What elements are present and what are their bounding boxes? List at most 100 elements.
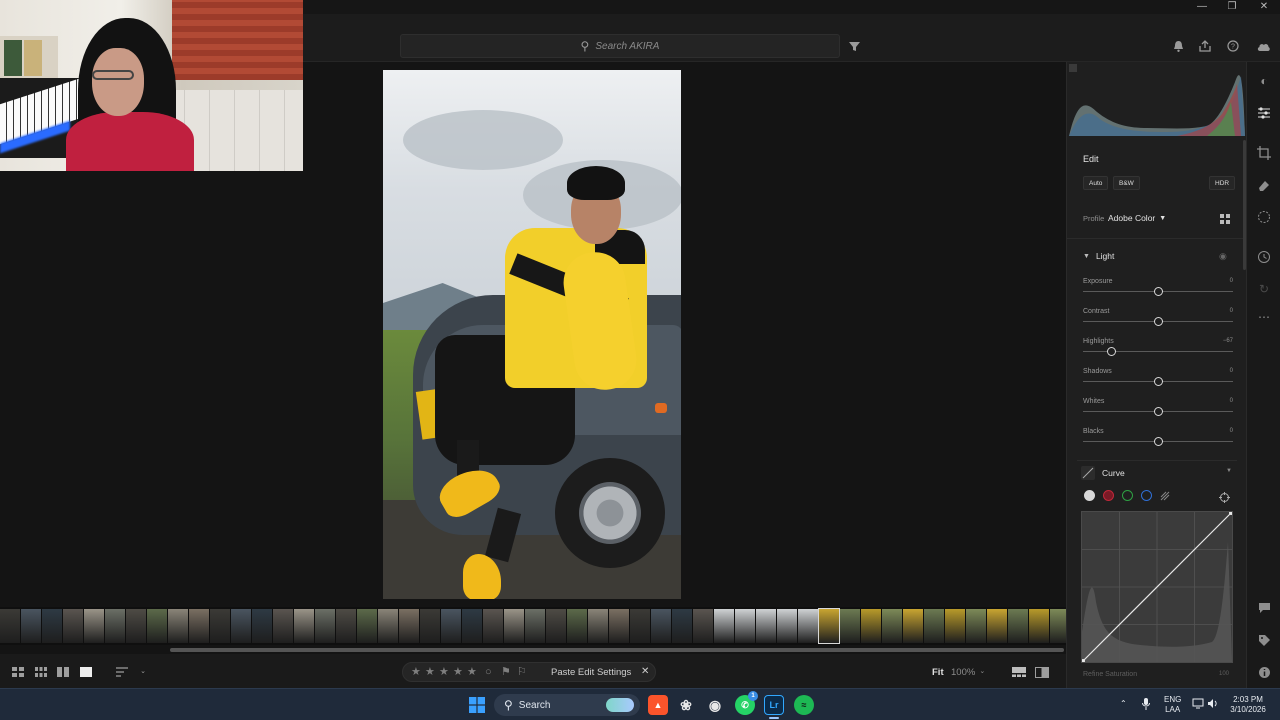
crop-icon[interactable]: [1257, 146, 1271, 160]
filter-icon[interactable]: [846, 38, 862, 54]
windows-start-icon[interactable]: [469, 697, 485, 713]
share-icon[interactable]: [1197, 38, 1213, 54]
taskbar-search[interactable]: ⚲ Search: [494, 694, 640, 716]
fit-zoom-button[interactable]: Fit: [932, 667, 944, 678]
sort-icon[interactable]: [116, 667, 128, 677]
cloud-icon[interactable]: [1255, 38, 1271, 54]
filmstrip-thumbnail[interactable]: [273, 609, 293, 643]
comments-icon[interactable]: [1257, 602, 1271, 616]
language-indicator[interactable]: ENG LAA: [1164, 695, 1181, 715]
slider-highlights[interactable]: Highlights −67: [1083, 338, 1233, 360]
filmstrip-thumbnail[interactable]: [651, 609, 671, 643]
chevron-down-icon[interactable]: ⌄: [137, 667, 149, 677]
chevron-up-icon[interactable]: ⌃: [1120, 699, 1127, 709]
target-adjust-icon[interactable]: [1219, 490, 1230, 503]
slider-shadows[interactable]: Shadows 0: [1083, 368, 1233, 390]
filmstrip-thumbnail[interactable]: [609, 609, 629, 643]
filmstrip-thumbnail[interactable]: [84, 609, 104, 643]
filmstrip-thumbnail[interactable]: [924, 609, 944, 643]
before-after-icon[interactable]: [1035, 667, 1049, 678]
filmstrip-thumbnail[interactable]: [483, 609, 503, 643]
filmstrip-thumbnail[interactable]: [0, 609, 20, 643]
mask-circle-icon[interactable]: [1257, 210, 1271, 224]
bw-button[interactable]: B&W: [1113, 176, 1140, 190]
filmstrip-thumbnail[interactable]: [987, 609, 1007, 643]
filmstrip-thumbnail[interactable]: [63, 609, 83, 643]
filmstrip-thumbnail[interactable]: [336, 609, 356, 643]
detail-view-icon[interactable]: [80, 667, 92, 677]
microphone-icon[interactable]: [1142, 698, 1150, 713]
filmstrip-thumbnail[interactable]: [42, 609, 62, 643]
slider-exposure[interactable]: Exposure 0: [1083, 278, 1233, 300]
curve-channel-blue[interactable]: [1141, 490, 1152, 501]
obs-recording-icon[interactable]: ◉: [705, 695, 725, 715]
healing-eraser-icon[interactable]: [1257, 178, 1271, 192]
hdr-button[interactable]: HDR: [1209, 176, 1236, 190]
chevron-down-icon[interactable]: ▼: [1226, 468, 1232, 474]
square-grid-icon[interactable]: [12, 667, 24, 677]
search-field[interactable]: ⚲ Search AKIRA: [400, 34, 840, 58]
filmstrip-scrollbar[interactable]: [170, 648, 1064, 652]
filmstrip-thumbnail[interactable]: [798, 609, 818, 643]
versions-icon[interactable]: ↻: [1257, 282, 1271, 296]
filmstrip-thumbnail[interactable]: [462, 609, 482, 643]
filmstrip-thumbnail[interactable]: [546, 609, 566, 643]
filmstrip-thumbnail[interactable]: [294, 609, 314, 643]
filmstrip-thumbnail[interactable]: [21, 609, 41, 643]
auto-button[interactable]: Auto: [1083, 176, 1109, 190]
pick-flag-icon[interactable]: ⚑: [501, 666, 511, 678]
filmstrip-thumbnail[interactable]: [882, 609, 902, 643]
star-icon[interactable]: ★: [453, 666, 463, 678]
star-icon[interactable]: ★: [467, 666, 477, 678]
photo-grid-icon[interactable]: [35, 667, 47, 677]
slider-blacks[interactable]: Blacks 0: [1083, 428, 1233, 450]
unflag-icon[interactable]: ○: [485, 666, 492, 678]
filmstrip-thumbnail[interactable]: [818, 608, 840, 644]
profile-browser-icon[interactable]: [1219, 212, 1231, 224]
slider-thumb[interactable]: [1107, 347, 1116, 356]
bell-icon[interactable]: [1170, 38, 1186, 54]
close-window-button[interactable]: ✕: [1248, 0, 1280, 14]
masking-icon[interactable]: ◐: [1257, 74, 1271, 88]
filmstrip-thumbnail[interactable]: [714, 609, 734, 643]
filmstrip-thumbnail[interactable]: [945, 609, 965, 643]
eye-icon[interactable]: ◉: [1219, 251, 1227, 262]
filmstrip-thumbnail[interactable]: [735, 609, 755, 643]
filmstrip-thumbnail[interactable]: [1008, 609, 1028, 643]
filmstrip-thumbnail[interactable]: [525, 609, 545, 643]
chatgpt-icon[interactable]: ❀: [676, 695, 696, 715]
filmstrip-thumbnail[interactable]: [252, 609, 272, 643]
filmstrip-thumbnail[interactable]: [504, 609, 524, 643]
filmstrip-thumbnail[interactable]: [357, 609, 377, 643]
filmstrip-thumbnail[interactable]: [168, 609, 188, 643]
slider-track[interactable]: [1083, 351, 1233, 352]
curve-channel-green[interactable]: [1122, 490, 1133, 501]
filmstrip-thumbnail[interactable]: [231, 609, 251, 643]
filmstrip-thumbnail[interactable]: [840, 609, 860, 643]
slider-thumb[interactable]: [1153, 437, 1163, 446]
filmstrip-thumbnail[interactable]: [189, 609, 209, 643]
filmstrip-thumbnail[interactable]: [315, 609, 335, 643]
slider-contrast[interactable]: Contrast 0: [1083, 308, 1233, 330]
paste-edit-settings-button[interactable]: Paste Edit Settings: [551, 667, 631, 678]
filmstrip-thumbnail[interactable]: [105, 609, 125, 643]
main-photo[interactable]: [383, 70, 681, 599]
lightroom-taskbar-icon[interactable]: Lr: [764, 695, 784, 715]
zoom-level-dropdown[interactable]: 100% ⌄: [951, 667, 985, 678]
tag-icon[interactable]: [1257, 634, 1271, 648]
filmstrip-thumbnail[interactable]: [1050, 609, 1066, 643]
slider-thumb[interactable]: [1153, 407, 1163, 416]
brave-browser-icon[interactable]: ▲: [648, 695, 668, 715]
minimize-button[interactable]: —: [1186, 0, 1218, 14]
restore-button[interactable]: ❐: [1216, 0, 1248, 14]
filmstrip-thumbnail[interactable]: [1029, 609, 1049, 643]
star-icon[interactable]: ★: [411, 666, 421, 678]
tone-curve-graph[interactable]: [1081, 511, 1233, 663]
slider-thumb[interactable]: [1153, 377, 1163, 386]
star-icon[interactable]: ★: [425, 666, 435, 678]
filmstrip-thumbnail[interactable]: [567, 609, 587, 643]
slider-thumb[interactable]: [1153, 287, 1163, 296]
edit-sliders-icon[interactable]: [1257, 106, 1271, 120]
info-icon[interactable]: [1257, 666, 1271, 680]
curve-point-curve-icon[interactable]: [1159, 489, 1171, 501]
